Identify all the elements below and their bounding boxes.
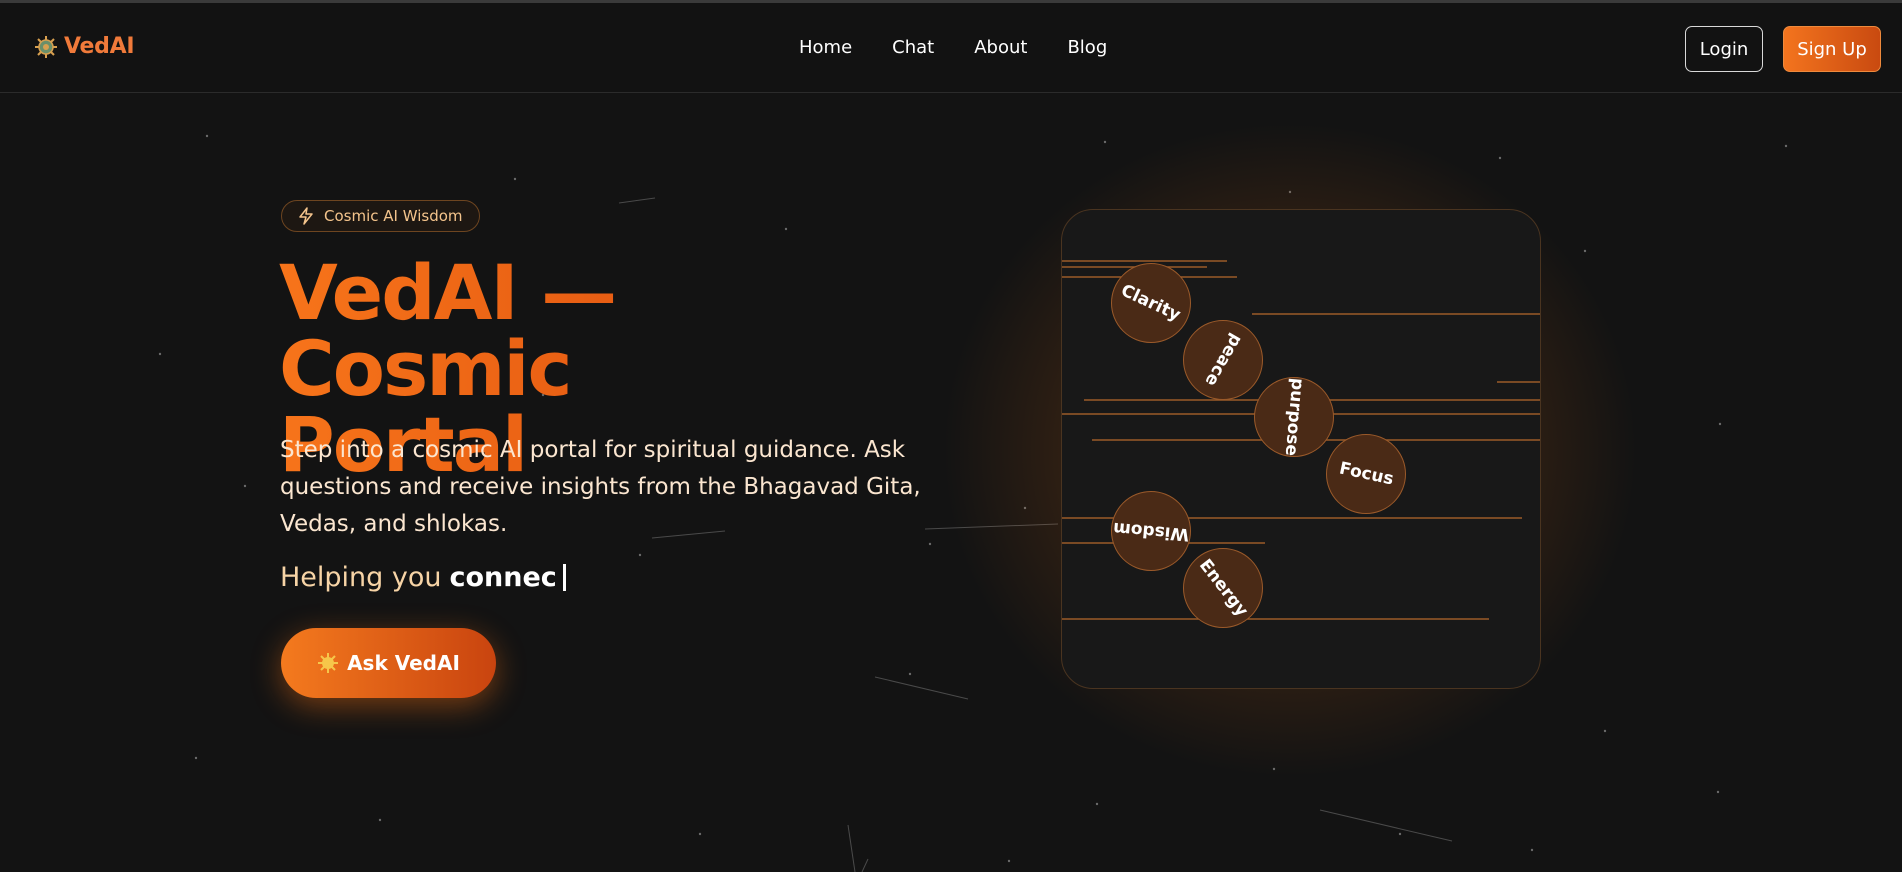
word-bubble-clarity: Clarity [1111, 263, 1191, 343]
signup-button[interactable]: Sign Up [1783, 26, 1881, 72]
cosmic-portal-card: Clarity peace purpose Focus Wisdom Energ… [1061, 209, 1541, 689]
typing-tagline: Helping you connec [280, 562, 566, 593]
word-bubble-purpose: purpose [1254, 377, 1334, 457]
lightning-icon [299, 207, 313, 225]
ask-vedai-label: Ask VedAI [347, 651, 460, 675]
word-bubble-wisdom: Wisdom [1111, 491, 1191, 571]
brand-logo-link[interactable]: VedAI [34, 34, 135, 59]
typing-prefix: Helping you [280, 562, 442, 593]
nav-home-link[interactable]: Home [799, 37, 852, 58]
hero-title-line1: VedAI — Cosmic [279, 248, 616, 413]
ask-vedai-button[interactable]: Ask VedAI [281, 628, 496, 698]
navbar: VedAI Home Chat About Blog Login Sign Up [0, 3, 1902, 93]
typing-word: connec [449, 562, 557, 593]
sun-mandala-icon [34, 35, 58, 59]
nav-about-link[interactable]: About [974, 37, 1027, 58]
cosmic-wisdom-badge: Cosmic AI Wisdom [281, 200, 480, 232]
hero-description: Step into a cosmic AI portal for spiritu… [280, 437, 921, 537]
login-button[interactable]: Login [1685, 26, 1763, 72]
word-bubble-energy: Energy [1183, 548, 1263, 628]
sun-icon [318, 653, 339, 673]
word-bubble-peace: peace [1183, 320, 1263, 400]
nav-links: Home Chat About Blog [799, 37, 1107, 58]
brand-name: VedAI [64, 34, 135, 59]
word-bubble-focus: Focus [1326, 434, 1406, 514]
page: VedAI Home Chat About Blog Login Sign Up… [0, 0, 1902, 872]
badge-text: Cosmic AI Wisdom [324, 207, 463, 225]
nav-chat-link[interactable]: Chat [892, 37, 934, 58]
typing-cursor [562, 564, 566, 591]
nav-blog-link[interactable]: Blog [1067, 37, 1107, 58]
